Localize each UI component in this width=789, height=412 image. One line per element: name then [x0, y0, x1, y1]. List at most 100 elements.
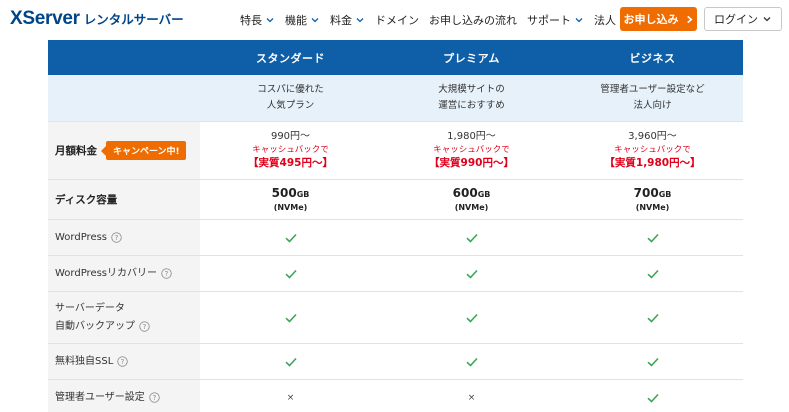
disk-type: (NVMe): [454, 202, 489, 212]
feature-cell: [562, 380, 743, 412]
login-button-label: ログイン: [714, 13, 758, 26]
main-nav: 特長 機能 料金 ドメイン お申し込みの流れ サポート 法人: [240, 0, 639, 40]
disk-size-unit: GB: [477, 189, 491, 199]
feature-cell: ×: [200, 380, 381, 412]
feature-row-free-ssl: 無料独自SSL?: [48, 344, 743, 380]
effective-price: 【実質495円～】: [248, 157, 333, 169]
site-header: XServer レンタルサーバー 特長 機能 料金 ドメイン お申し込みの流れ …: [0, 0, 789, 40]
feature-cell: [562, 292, 743, 343]
feature-cell: [381, 292, 562, 343]
feature-label-text: WordPress: [55, 231, 108, 243]
disk-size: 700GB: [634, 186, 672, 202]
plan-comparison-table: スタンダード プレミアム ビジネス コスパに優れた 人気プラン 大規模サイトの …: [48, 40, 743, 412]
plan-name: スタンダード: [256, 51, 325, 65]
nav-item-label: サポート: [527, 14, 571, 27]
disk-type: (NVMe): [635, 202, 670, 212]
check-icon: [284, 269, 297, 279]
plan-header-standard: スタンダード: [200, 40, 381, 75]
disk-capacity-label: ディスク容量: [55, 194, 118, 206]
apply-button-label: お申し込み: [623, 13, 679, 26]
check-icon: [646, 393, 659, 403]
nav-item-pricing[interactable]: 料金: [330, 12, 365, 28]
cashback-note: キャッシュバックで: [433, 145, 510, 155]
plan-description-row: コスパに優れた 人気プラン 大規模サイトの 運営におすすめ 管理者ユーザー設定な…: [48, 75, 743, 122]
help-icon[interactable]: ?: [161, 268, 172, 279]
help-icon[interactable]: ?: [111, 232, 122, 243]
feature-label: 無料独自SSL?: [55, 353, 128, 371]
feature-label: 管理者ユーザー設定?: [55, 389, 160, 407]
nav-item-features[interactable]: 特長: [240, 12, 275, 28]
cashback-note: キャッシュバックで: [252, 145, 329, 155]
svg-text:?: ?: [121, 358, 125, 366]
empty-description-cell: [48, 75, 200, 121]
row-label: 無料独自SSL?: [48, 344, 200, 379]
plan-header-business: ビジネス: [562, 40, 743, 75]
feature-cell: [381, 344, 562, 379]
nav-item-label: ドメイン: [375, 14, 419, 27]
chevron-right-icon: [686, 15, 693, 23]
disk-cell: 500GB (NVMe): [200, 180, 381, 219]
check-icon: [646, 269, 659, 279]
feature-cell: [200, 292, 381, 343]
help-icon[interactable]: ?: [139, 321, 150, 332]
check-icon: [284, 233, 297, 243]
chevron-down-icon: [575, 18, 583, 23]
base-price: 1,980円～: [447, 131, 496, 142]
effective-price: 【実質990円～】: [429, 157, 514, 169]
help-icon[interactable]: ?: [117, 356, 128, 367]
feature-row-admin-users: 管理者ユーザー設定? × ×: [48, 380, 743, 412]
disk-size: 600GB: [453, 186, 491, 202]
feature-cell: [200, 220, 381, 255]
nav-item-domain[interactable]: ドメイン: [375, 12, 419, 28]
nav-item-label: 料金: [330, 14, 352, 27]
row-label: WordPressリカバリー?: [48, 256, 200, 291]
feature-label-text: WordPressリカバリー: [55, 267, 158, 279]
price-cell: 1,980円～ キャッシュバックで 【実質990円～】: [381, 122, 562, 179]
feature-cell: [562, 256, 743, 291]
check-icon: [284, 357, 297, 367]
apply-button[interactable]: お申し込み: [620, 7, 697, 31]
feature-label: WordPressリカバリー?: [55, 265, 172, 283]
price-cell: 990円～ キャッシュバックで 【実質495円～】: [200, 122, 381, 179]
row-label: WordPress?: [48, 220, 200, 255]
disk-size-value: 600: [452, 185, 478, 200]
monthly-price-row: 月額料金 キャンペーン中! 990円～ キャッシュバックで 【実質495円～】 …: [48, 122, 743, 180]
feature-cell: [200, 344, 381, 379]
nav-item-functions[interactable]: 機能: [285, 12, 320, 28]
chevron-down-icon: [356, 18, 364, 23]
base-price: 3,960円～: [628, 131, 677, 142]
disk-capacity-row: ディスク容量 500GB (NVMe) 600GB (NVMe) 700GB (…: [48, 180, 743, 220]
plan-description: 大規模サイトの 運営におすすめ: [381, 75, 562, 121]
empty-header-cell: [48, 40, 200, 75]
login-button[interactable]: ログイン: [704, 7, 782, 31]
help-icon[interactable]: ?: [149, 392, 160, 403]
nav-item-label: 機能: [285, 14, 307, 27]
check-icon: [646, 313, 659, 323]
plan-description-line: 管理者ユーザー設定など: [600, 84, 705, 95]
svg-text:?: ?: [115, 234, 119, 242]
feature-cell: [562, 220, 743, 255]
monthly-price-label: 月額料金: [55, 145, 97, 157]
nav-item-signup-flow[interactable]: お申し込みの流れ: [429, 12, 517, 28]
cashback-note: キャッシュバックで: [614, 145, 691, 155]
disk-size-unit: GB: [296, 189, 310, 199]
feature-label-text: 自動バックアップ: [55, 320, 135, 332]
disk-type: (NVMe): [273, 202, 308, 212]
check-icon: [465, 313, 478, 323]
plan-description-line: 人気プラン: [266, 100, 315, 111]
check-icon: [646, 357, 659, 367]
feature-row-auto-backup: サーバーデータ 自動バックアップ?: [48, 292, 743, 344]
disk-size-value: 700: [633, 185, 659, 200]
effective-price: 【実質1,980円～】: [604, 157, 701, 169]
site-logo[interactable]: XServer レンタルサーバー: [10, 8, 184, 30]
row-label: 管理者ユーザー設定?: [48, 380, 200, 412]
nav-item-support[interactable]: サポート: [527, 12, 584, 28]
feature-cell: [200, 256, 381, 291]
svg-text:?: ?: [143, 323, 147, 331]
price-cell: 3,960円～ キャッシュバックで 【実質1,980円～】: [562, 122, 743, 179]
feature-cell: [381, 220, 562, 255]
row-label: ディスク容量: [48, 180, 200, 219]
disk-cell: 600GB (NVMe): [381, 180, 562, 219]
logo-brand: XServer: [10, 8, 80, 29]
plan-description-line: 法人向け: [633, 100, 672, 111]
